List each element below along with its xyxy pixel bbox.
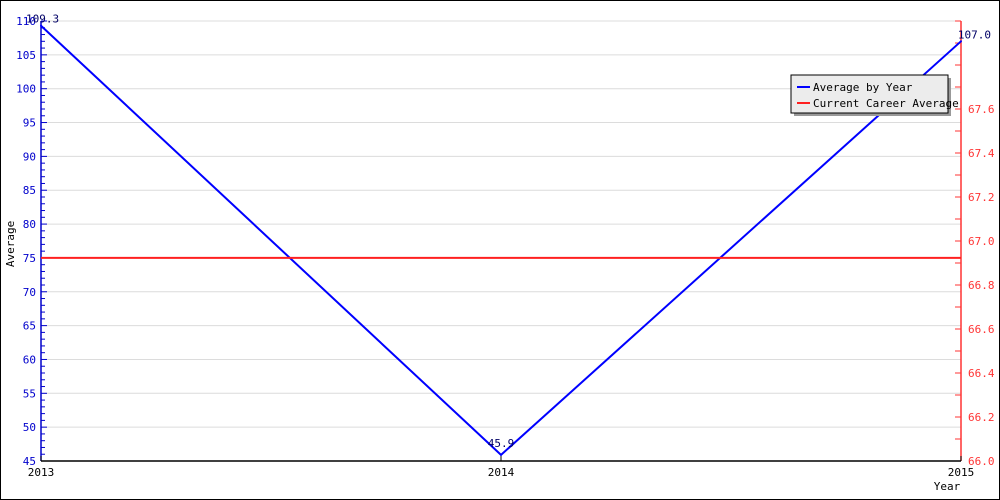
left-tick-label: 65 bbox=[23, 320, 36, 333]
x-axis: 2013 2014 2015 bbox=[28, 456, 975, 479]
legend-label-career-average: Current Career Average bbox=[813, 97, 959, 110]
left-tick-label: 85 bbox=[23, 184, 36, 197]
y-axis-label: Average bbox=[4, 221, 17, 267]
left-tick-label: 70 bbox=[23, 286, 36, 299]
left-tick-label: 55 bbox=[23, 387, 36, 400]
x-tick-label: 2015 bbox=[948, 466, 975, 479]
x-axis-label: Year bbox=[934, 480, 961, 493]
left-tick-label: 100 bbox=[16, 83, 36, 96]
right-tick-label: 66.8 bbox=[968, 279, 995, 292]
legend-label-average-by-year: Average by Year bbox=[813, 81, 913, 94]
data-label: 107.0 bbox=[958, 28, 991, 41]
data-point bbox=[500, 453, 502, 456]
line-chart: 4550556065707580859095100105110 66.066.2… bbox=[4, 13, 995, 493]
right-tick-label: 66.4 bbox=[968, 367, 995, 380]
x-tick-label: 2013 bbox=[28, 466, 55, 479]
left-tick-label: 105 bbox=[16, 49, 36, 62]
right-tick-label: 66.6 bbox=[968, 323, 995, 336]
left-tick-label: 90 bbox=[23, 150, 36, 163]
x-tick-label: 2014 bbox=[488, 466, 515, 479]
right-tick-label: 66.2 bbox=[968, 411, 995, 424]
left-tick-label: 75 bbox=[23, 252, 36, 265]
right-y-axis: 66.066.266.466.666.867.067.267.467.6 bbox=[955, 20, 995, 468]
right-tick-label: 67.4 bbox=[968, 147, 995, 160]
left-tick-label: 50 bbox=[23, 421, 36, 434]
right-tick-label: 67.0 bbox=[968, 235, 995, 248]
data-label: 109.3 bbox=[26, 13, 59, 26]
left-y-axis: 4550556065707580859095100105110 bbox=[16, 15, 47, 468]
left-tick-label: 80 bbox=[23, 218, 36, 231]
legend: Average by Year Current Career Average bbox=[790, 74, 959, 116]
data-label: 45.9 bbox=[488, 437, 515, 450]
right-tick-label: 67.2 bbox=[968, 191, 995, 204]
right-tick-label: 67.6 bbox=[968, 103, 995, 116]
chart-frame: 45 50 55 60 65 70 75 80 85 90 95 100 105 110 66.0 66.2… bbox=[0, 0, 1000, 500]
left-tick-label: 95 bbox=[23, 117, 36, 130]
left-tick-label: 60 bbox=[23, 353, 36, 366]
